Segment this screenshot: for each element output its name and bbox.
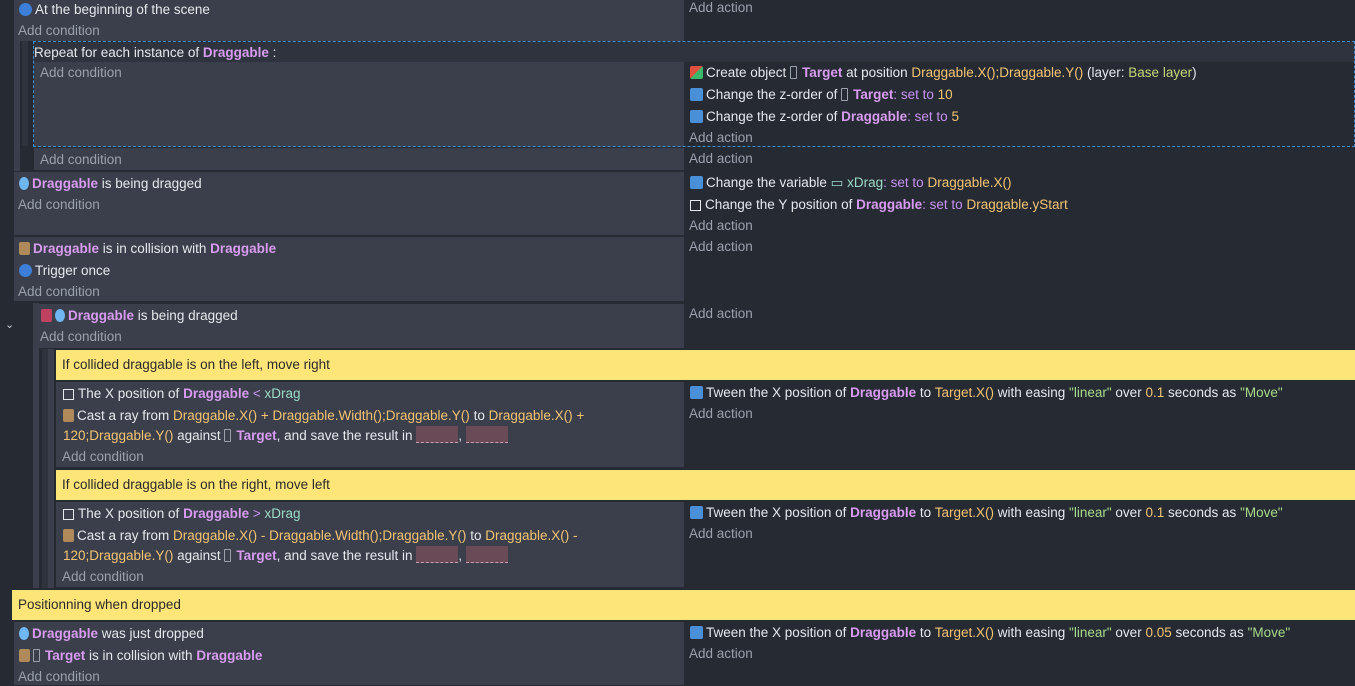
condition-inverted-being-dragged[interactable]: Draggable is being dragged	[41, 307, 238, 325]
add-condition-link[interactable]: Add condition	[62, 568, 144, 586]
raycast-icon	[63, 409, 74, 422]
tree-guide	[48, 349, 54, 588]
add-action-link[interactable]: Add action	[689, 217, 753, 235]
tween-icon	[690, 386, 703, 399]
action-create-object[interactable]: Create object Target at position Draggab…	[690, 64, 1197, 82]
create-object-icon	[690, 66, 703, 79]
collision-icon	[19, 242, 30, 255]
add-condition-link[interactable]: Add condition	[18, 668, 100, 686]
tree-guide	[14, 41, 20, 171]
comment-positioning[interactable]: Positionning when dropped	[12, 590, 1355, 620]
condition-trigger-once[interactable]: Trigger once	[19, 262, 110, 280]
z-order-icon	[690, 110, 703, 123]
add-action-link[interactable]: Add action	[689, 0, 753, 17]
tween-icon	[690, 506, 703, 519]
comment-move-left[interactable]: If collided draggable is on the right, m…	[56, 470, 1355, 500]
drag-hand-icon	[55, 309, 65, 322]
target-thumbnail	[790, 66, 798, 79]
condition-collision[interactable]: Target is in collision with Draggable	[19, 647, 262, 665]
invert-condition-icon	[41, 309, 52, 322]
result-y-variable-slot[interactable]	[465, 546, 508, 563]
add-action-link[interactable]: Add action	[689, 238, 753, 256]
add-action-link[interactable]: Add action	[689, 305, 753, 323]
condition-x-position-greater[interactable]: The X position of Draggable > xDrag	[63, 505, 301, 523]
scene-start-icon	[19, 3, 32, 16]
add-action-link[interactable]: Add action	[689, 129, 753, 147]
condition-raycast[interactable]: Cast a ray from Draggable.X() - Draggabl…	[63, 527, 578, 545]
action-change-variable[interactable]: Change the variable ▭ xDrag: set to Drag…	[690, 174, 1012, 192]
action-z-order-draggable[interactable]: Change the z-order of Draggable: set to …	[690, 108, 959, 126]
add-condition-link[interactable]: Add condition	[62, 448, 144, 466]
add-action-link[interactable]: Add action	[689, 405, 753, 423]
target-thumbnail	[224, 429, 232, 442]
collision-icon	[19, 649, 30, 662]
target-thumbnail	[841, 88, 849, 101]
condition-x-position-less[interactable]: The X position of Draggable < xDrag	[63, 385, 301, 403]
result-x-variable-slot[interactable]	[416, 426, 459, 443]
result-x-variable-slot[interactable]	[416, 546, 459, 563]
add-action-link[interactable]: Add action	[689, 150, 753, 168]
add-condition-link[interactable]: Add condition	[18, 22, 100, 40]
add-action-link[interactable]: Add action	[689, 645, 753, 663]
tree-guide	[22, 41, 28, 146]
position-icon	[63, 389, 74, 400]
add-condition-link[interactable]: Add condition	[18, 196, 100, 214]
repeat-outer-conditions[interactable]	[34, 148, 684, 170]
position-icon	[690, 200, 701, 211]
condition-being-dragged[interactable]: Draggable is being dragged	[19, 175, 202, 193]
tween-icon	[690, 626, 703, 639]
add-condition-link[interactable]: Add condition	[40, 328, 122, 346]
target-thumbnail	[33, 649, 40, 662]
condition-just-dropped[interactable]: Draggable was just dropped	[19, 625, 204, 643]
trigger-once-icon	[19, 264, 32, 277]
drag-hand-icon	[19, 627, 29, 640]
add-condition-link[interactable]: Add condition	[40, 151, 122, 169]
result-y-variable-slot[interactable]	[465, 426, 508, 443]
action-tween-x[interactable]: Tween the X position of Draggable to Tar…	[690, 504, 1283, 522]
action-tween-x[interactable]: Tween the X position of Draggable to Tar…	[690, 624, 1290, 642]
add-action-link[interactable]: Add action	[689, 525, 753, 543]
action-change-y-position[interactable]: Change the Y position of Draggable: set …	[690, 196, 1068, 214]
action-z-order-target[interactable]: Change the z-order of Target: set to 10	[690, 86, 953, 104]
scene-variable-icon: ▭	[830, 175, 844, 190]
z-order-icon	[690, 88, 703, 101]
variable-icon	[690, 176, 703, 189]
condition-raycast-continued: 120;Draggable.Y() against Target, and sa…	[63, 546, 508, 564]
position-icon	[63, 509, 74, 520]
action-tween-x[interactable]: Tween the X position of Draggable to Tar…	[690, 384, 1283, 402]
add-condition-link[interactable]: Add condition	[18, 283, 100, 301]
condition-scene-start[interactable]: At the beginning of the scene	[19, 1, 210, 19]
condition-raycast-continued: 120;Draggable.Y() against Target, and sa…	[63, 426, 508, 444]
collapse-chevron-icon[interactable]: ⌄	[5, 316, 14, 334]
comment-move-right[interactable]: If collided draggable is on the left, mo…	[56, 350, 1355, 380]
condition-raycast[interactable]: Cast a ray from Draggable.X() + Draggabl…	[63, 407, 584, 425]
raycast-icon	[63, 529, 74, 542]
condition-collision[interactable]: Draggable is in collision with Draggable	[19, 240, 276, 258]
target-thumbnail	[224, 549, 232, 562]
drag-hand-icon	[19, 177, 29, 190]
